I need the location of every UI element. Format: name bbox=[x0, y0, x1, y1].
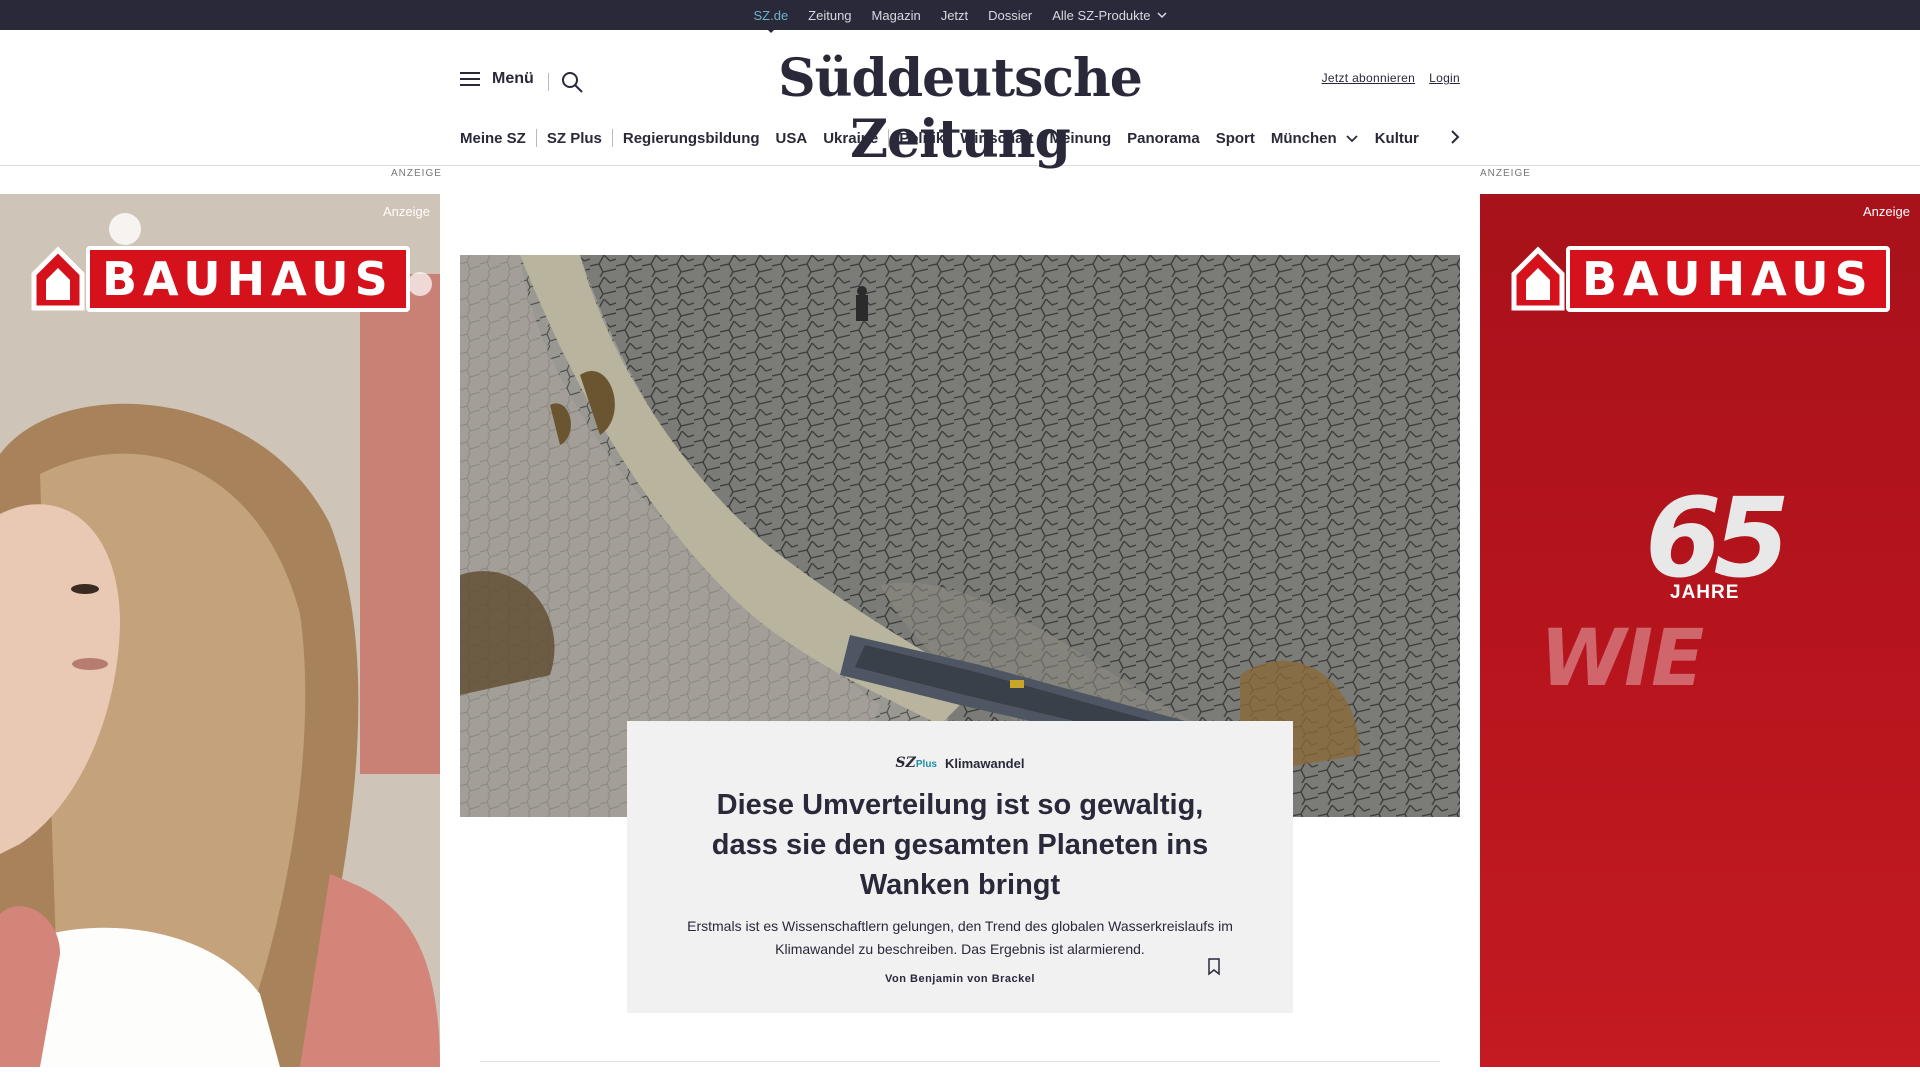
article-kicker: SZPlus Klimawandel bbox=[627, 755, 1293, 771]
nav-divider bbox=[535, 129, 537, 147]
nav-item-regierungsbildung[interactable]: Regierungsbildung bbox=[623, 130, 760, 147]
bauhaus-wordmark: BAUHAUS bbox=[86, 246, 410, 312]
nav-item-sport[interactable]: Sport bbox=[1216, 130, 1255, 147]
ad-banner-right[interactable]: Anzeige BAUHAUS 65 JAHRE WIE bbox=[1480, 194, 1920, 1067]
nav-item-kultur[interactable]: Kultur bbox=[1375, 130, 1419, 147]
nav-item-meine-sz[interactable]: Meine SZ bbox=[460, 130, 526, 147]
ad-tag: Anzeige bbox=[383, 204, 430, 219]
nav-divider bbox=[611, 129, 613, 147]
nav-divider bbox=[888, 129, 890, 147]
search-button[interactable] bbox=[560, 70, 584, 99]
divider bbox=[548, 73, 549, 91]
topbar-products-label: Alle SZ-Produkte bbox=[1052, 7, 1151, 23]
bauhaus-logo: BAUHAUS bbox=[1510, 244, 1890, 314]
topbar-link-sz-de[interactable]: SZ.de bbox=[753, 8, 788, 23]
nav-item-usa[interactable]: USA bbox=[776, 130, 808, 147]
ad-photo-woman bbox=[0, 194, 440, 1067]
article-topic: Klimawandel bbox=[945, 755, 1025, 771]
nav-item-meinung[interactable]: Meinung bbox=[1049, 130, 1111, 147]
nav-item-sz-plus[interactable]: SZ Plus bbox=[547, 130, 602, 147]
ad-label-left: ANZEIGE bbox=[391, 168, 442, 179]
bauhaus-wordmark: BAUHAUS bbox=[1566, 246, 1890, 312]
article-headline[interactable]: Diese Umverteilung ist so gewaltig, dass… bbox=[680, 785, 1240, 905]
hamburger-icon bbox=[460, 72, 480, 86]
subscribe-link[interactable]: Jetzt abonnieren bbox=[1322, 71, 1416, 85]
sz-plus-suffix: Plus bbox=[915, 759, 937, 770]
ad-slogan: WIE bbox=[1540, 614, 1704, 704]
login-link[interactable]: Login bbox=[1429, 71, 1460, 85]
ad-label-right: ANZEIGE bbox=[1480, 168, 1531, 179]
service-bar: SZ.de Zeitung Magazin Jetzt Dossier Alle… bbox=[0, 0, 1920, 30]
nav-scroll-right-button[interactable] bbox=[1448, 128, 1462, 151]
house-icon bbox=[31, 246, 85, 311]
nav-item-panorama[interactable]: Panorama bbox=[1127, 130, 1200, 147]
topbar-link-dossier[interactable]: Dossier bbox=[988, 8, 1032, 23]
site-header: Menü Süddeutsche Zeitung Jetzt abonniere… bbox=[0, 30, 1920, 170]
topbar-link-magazin[interactable]: Magazin bbox=[872, 8, 921, 23]
account-links: Jetzt abonnieren Login bbox=[1322, 71, 1460, 85]
topbar-link-zeitung[interactable]: Zeitung bbox=[808, 8, 851, 23]
topbar-link-jetzt[interactable]: Jetzt bbox=[941, 8, 968, 23]
house-icon bbox=[1511, 246, 1565, 311]
article-teaser-card[interactable]: SZPlus Klimawandel Diese Umverteilung is… bbox=[627, 721, 1293, 1013]
sz-plus-badge: SZPlus bbox=[896, 755, 937, 771]
article-author: Von Benjamin von Brackel bbox=[885, 973, 1035, 985]
main-nav: Meine SZ SZ Plus Regierungsbildung USA U… bbox=[460, 126, 1419, 150]
ad-tag: Anzeige bbox=[1863, 204, 1910, 219]
divider bbox=[480, 1061, 1440, 1062]
topbar-products-dropdown[interactable]: Alle SZ-Produkte bbox=[1052, 7, 1167, 23]
bauhaus-logo: BAUHAUS bbox=[30, 244, 410, 314]
ad-banner-left[interactable]: Anzeige BAUHAUS bbox=[0, 194, 440, 1067]
search-icon bbox=[562, 72, 583, 93]
nav-item-muenchen-label: München bbox=[1270, 129, 1337, 147]
nav-item-muenchen[interactable]: München bbox=[1271, 130, 1359, 147]
anniversary-label: JAHRE bbox=[1670, 582, 1740, 603]
sz-plus-brand: SZ bbox=[895, 755, 916, 771]
bookmark-icon bbox=[1208, 958, 1220, 976]
nav-item-ukraine[interactable]: Ukraine bbox=[823, 130, 878, 147]
bookmark-button[interactable] bbox=[1207, 958, 1221, 981]
nav-item-politik[interactable]: Politik bbox=[899, 130, 944, 147]
article-teaser: Erstmals ist es Wissenschaftlern gelunge… bbox=[687, 918, 1233, 957]
chevron-down-icon bbox=[1156, 12, 1167, 19]
site-logo[interactable]: Süddeutsche Zeitung bbox=[720, 48, 1200, 170]
chevron-down-icon bbox=[1346, 135, 1358, 143]
menu-label: Menü bbox=[492, 70, 534, 87]
menu-button[interactable]: Menü bbox=[460, 70, 534, 88]
nav-item-wirtschaft[interactable]: Wirtschaft bbox=[960, 130, 1033, 147]
chevron-right-icon bbox=[1451, 130, 1460, 144]
